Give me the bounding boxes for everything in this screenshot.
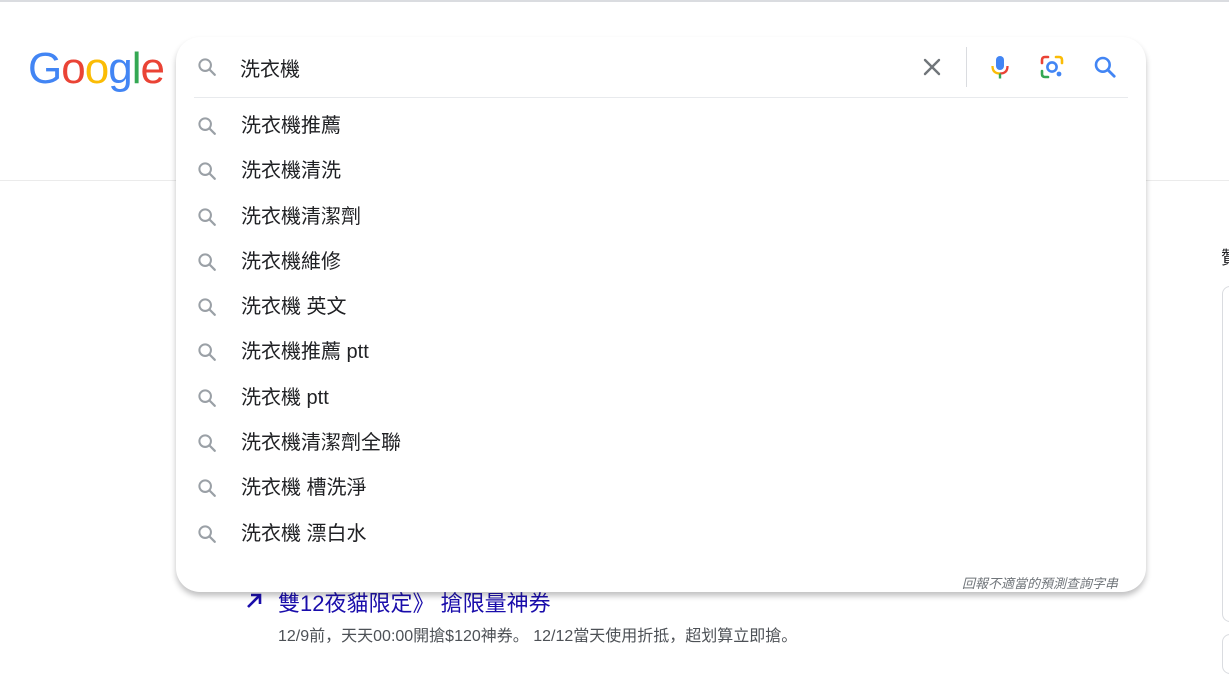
report-predictions-link[interactable]: 回報不適當的預測查詢字串 [962,573,1118,592]
arrow-up-right-icon [247,593,262,608]
logo-letter: l [131,44,142,93]
suggestion-text: 洗衣機 漂白水 [241,522,367,545]
suggestion-text: 洗衣機推薦 [241,115,341,137]
logo-letter: o [61,44,86,93]
search-icon [198,162,216,181]
close-icon[interactable] [920,55,944,79]
search-icon [198,117,216,135]
search-icon [198,525,216,543]
logo-letter: o [84,44,110,93]
suggestion-list: 洗衣機推薦 洗衣機清洗 洗衣機清潔劑 洗衣機維修 洗衣機 英文 洗衣機推薦 pt… [176,103,1146,556]
suggestion-text: 洗衣機清潔劑全聯 [241,432,401,455]
suggestion-text: 洗衣機清洗 [241,160,341,183]
search-row [176,37,1146,97]
side-panel-text: 贊 [1221,244,1229,270]
search-icon [198,58,216,76]
search-submit-icon[interactable] [1092,54,1118,80]
dropdown-divider [194,97,1128,98]
search-box: 洗衣機推薦 洗衣機清洗 洗衣機清潔劑 洗衣機維修 洗衣機 英文 洗衣機推薦 pt… [176,37,1146,592]
suggestion-item[interactable]: 洗衣機 英文 [176,284,1146,329]
logo-letter: e [140,44,165,93]
side-panel-card [1222,634,1229,674]
suggestion-item[interactable]: 洗衣機清潔劑 [176,194,1146,239]
microphone-icon[interactable] [986,53,1014,81]
google-logo[interactable]: Google [28,44,165,94]
suggestion-item[interactable]: 洗衣機 ptt [176,375,1146,420]
search-icon [198,343,216,362]
suggestion-item[interactable]: 洗衣機 漂白水 [176,511,1146,556]
suggestion-text: 洗衣機推薦 ptt [241,341,369,364]
side-panel-card [1222,286,1229,622]
suggestion-text: 洗衣機 ptt [241,386,329,409]
suggestion-item[interactable]: 洗衣機推薦 [176,103,1146,148]
search-icon [198,207,216,226]
search-icon [198,479,216,498]
top-border [0,0,1229,2]
search-input[interactable] [240,51,890,83]
search-icon [198,434,216,452]
search-icon [198,389,216,407]
suggestion-text: 洗衣機 英文 [241,296,347,319]
suggestion-text: 洗衣機維修 [241,250,341,273]
suggestion-item[interactable]: 洗衣機推薦 ptt [176,329,1146,374]
search-icon [198,298,216,317]
suggestion-item[interactable]: 洗衣機維修 [176,239,1146,284]
suggestion-item[interactable]: 洗衣機 槽洗淨 [176,465,1146,510]
suggestion-item[interactable]: 洗衣機清潔劑全聯 [176,420,1146,465]
logo-letter: g [108,44,133,93]
suggestion-item[interactable]: 洗衣機清洗 [176,148,1146,193]
background-result-snippet: 12/9前，天天00:00開搶$120神券。 12/12當天使用折抵，超划算立即… [278,628,798,645]
search-separator [966,47,967,87]
suggestion-text: 洗衣機 槽洗淨 [241,477,367,500]
search-icon [198,253,216,271]
suggestion-text: 洗衣機清潔劑 [241,205,361,228]
logo-letter: G [28,44,62,93]
camera-lens-icon[interactable] [1038,53,1066,81]
